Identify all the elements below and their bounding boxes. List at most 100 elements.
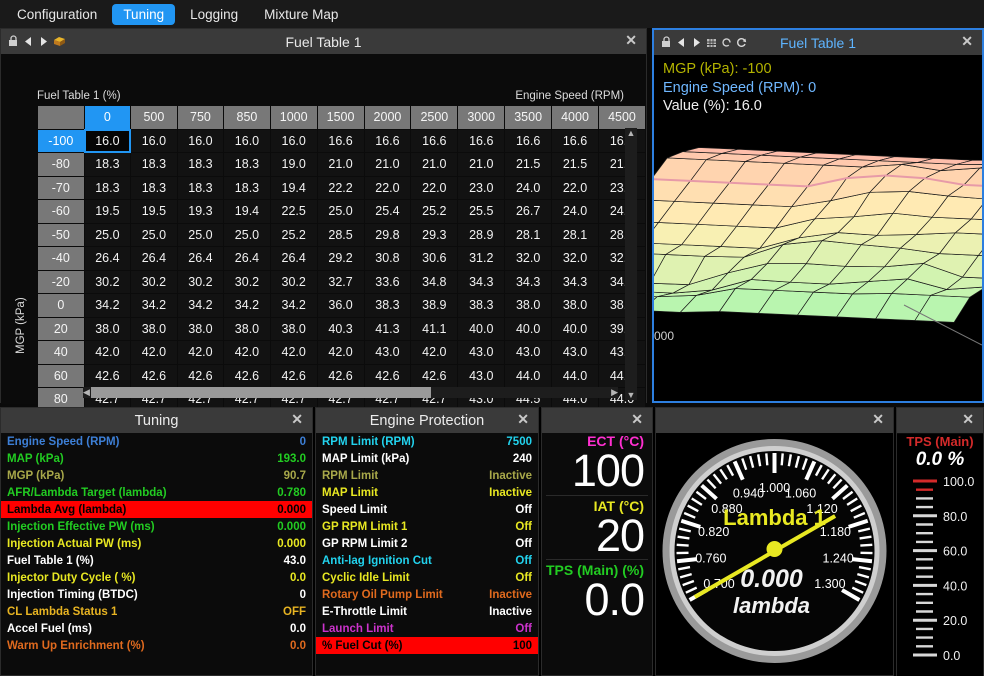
table-cell[interactable]: 30.2	[177, 270, 224, 294]
column-header-1000[interactable]: 1000	[270, 106, 317, 130]
channel-row[interactable]: MGP (kPa)90.7	[1, 467, 312, 484]
table-cell[interactable]: 43.0	[505, 341, 552, 365]
table-cell[interactable]: 25.2	[270, 223, 317, 247]
table-cell[interactable]: 38.0	[552, 294, 599, 318]
table-cell[interactable]: 38.0	[270, 317, 317, 341]
table-cell[interactable]: 16.6	[598, 129, 645, 153]
table-cell[interactable]: 26.4	[270, 247, 317, 271]
fuel-table-close-button[interactable]: ✕	[625, 33, 637, 47]
table-cell[interactable]: 42.6	[177, 364, 224, 388]
row-header--70[interactable]: -70	[38, 176, 85, 200]
table-cell[interactable]: 16.6	[505, 129, 552, 153]
table-cell[interactable]: 30.2	[270, 270, 317, 294]
table-cell[interactable]: 43.0	[364, 341, 411, 365]
channel-row[interactable]: Anti-lag Ignition CutOff	[316, 552, 538, 569]
table-cell[interactable]: 19.5	[84, 200, 131, 224]
table-cell[interactable]: 42.0	[224, 341, 271, 365]
table-cell[interactable]: 18.3	[177, 153, 224, 177]
table-cell[interactable]: 30.8	[364, 247, 411, 271]
table-cell[interactable]: 21.5	[505, 153, 552, 177]
table-cell[interactable]: 36.0	[317, 294, 364, 318]
table-cell[interactable]: 18.3	[84, 176, 131, 200]
table-cell[interactable]: 43.0	[458, 364, 505, 388]
table-cell[interactable]: 26.4	[177, 247, 224, 271]
table-cell[interactable]: 25.0	[224, 223, 271, 247]
table-cell[interactable]: 25.2	[411, 200, 458, 224]
table-cell[interactable]: 34.3	[552, 270, 599, 294]
table-cell[interactable]: 23.0	[598, 176, 645, 200]
table-cell[interactable]: 34.2	[131, 294, 178, 318]
table-cell[interactable]: 30.6	[411, 247, 458, 271]
row-header-20[interactable]: 20	[38, 317, 85, 341]
channel-row[interactable]: Injection Timing (BTDC)0	[1, 586, 312, 603]
table-cell[interactable]: 16.6	[458, 129, 505, 153]
table-cell[interactable]: 24.0	[552, 200, 599, 224]
table-cell[interactable]: 42.0	[177, 341, 224, 365]
column-header-1500[interactable]: 1500	[317, 106, 364, 130]
table-cell[interactable]: 38.0	[177, 317, 224, 341]
table-cell[interactable]: 19.5	[131, 200, 178, 224]
table-cell[interactable]: 22.2	[317, 176, 364, 200]
channel-row[interactable]: Engine Speed (RPM)0	[1, 433, 312, 450]
channel-row[interactable]: CL Lambda Status 1OFF	[1, 603, 312, 620]
scroll-right-icon[interactable]: ▶	[611, 387, 618, 398]
table-cell[interactable]: 16.0	[224, 129, 271, 153]
table-cell[interactable]: 18.3	[224, 176, 271, 200]
table-cell[interactable]: 16.6	[552, 129, 599, 153]
channel-row[interactable]: MAP (kPa)193.0	[1, 450, 312, 467]
channel-row[interactable]: Launch LimitOff	[316, 620, 538, 637]
table-cell[interactable]: 21.0	[317, 153, 364, 177]
table-cell[interactable]: 21.0	[458, 153, 505, 177]
table-cell[interactable]: 38.0	[598, 294, 645, 318]
bar-panel-close-button[interactable]: ✕	[962, 412, 974, 426]
table-cell[interactable]: 42.6	[224, 364, 271, 388]
table-cell[interactable]: 23.0	[458, 176, 505, 200]
table-cell[interactable]: 40.0	[505, 317, 552, 341]
channel-row[interactable]: GP RPM Limit 2Off	[316, 535, 538, 552]
table-cell[interactable]: 41.3	[364, 317, 411, 341]
row-header--20[interactable]: -20	[38, 270, 85, 294]
table-cell[interactable]: 25.0	[84, 223, 131, 247]
fuel-table-grid[interactable]: 0500750850100015002000250030003500400045…	[37, 105, 646, 412]
channel-row[interactable]: Speed LimitOff	[316, 501, 538, 518]
channel-row[interactable]: Injection Actual PW (ms)0.000	[1, 535, 312, 552]
table-cell[interactable]: 30.2	[224, 270, 271, 294]
table-cell[interactable]: 22.0	[411, 176, 458, 200]
scroll-down-icon[interactable]: ▼	[625, 390, 637, 400]
table-cell[interactable]: 40.0	[552, 317, 599, 341]
table-cell[interactable]: 39.1	[598, 317, 645, 341]
table-cell[interactable]: 18.3	[84, 153, 131, 177]
table-cell[interactable]: 24.0	[505, 176, 552, 200]
row-header-60[interactable]: 60	[38, 364, 85, 388]
table-cell[interactable]: 16.6	[364, 129, 411, 153]
column-header-850[interactable]: 850	[224, 106, 271, 130]
table-cell[interactable]: 25.0	[317, 200, 364, 224]
gauge-panel-close-button[interactable]: ✕	[872, 412, 884, 426]
column-header-3000[interactable]: 3000	[458, 106, 505, 130]
table-cell[interactable]: 26.7	[505, 200, 552, 224]
table-cell[interactable]: 42.6	[364, 364, 411, 388]
numeric-panel-close-button[interactable]: ✕	[631, 412, 643, 426]
table-cell[interactable]: 21.5	[598, 153, 645, 177]
channel-row[interactable]: MAP Limit (kPa)240	[316, 450, 538, 467]
table-cell[interactable]: 33.6	[364, 270, 411, 294]
channel-row[interactable]: Cyclic Idle LimitOff	[316, 569, 538, 586]
table-cell[interactable]: 43.0	[552, 341, 599, 365]
table-cell[interactable]: 31.2	[458, 247, 505, 271]
table-cell[interactable]: 32.0	[598, 247, 645, 271]
table-cell[interactable]: 44.0	[552, 364, 599, 388]
channel-row[interactable]: E-Throttle LimitInactive	[316, 603, 538, 620]
table-cell[interactable]: 26.4	[84, 247, 131, 271]
plot-3d-canvas[interactable]: MGP (kPa): -100 Engine Speed (RPM): 0 Va…	[654, 55, 982, 401]
fuel-table-toolbar[interactable]	[1, 35, 65, 48]
channel-row[interactable]: Warm Up Enrichment (%)0.0	[1, 637, 312, 654]
table-cell[interactable]: 30.2	[131, 270, 178, 294]
table-cell[interactable]: 19.4	[224, 200, 271, 224]
table-cell[interactable]: 28.1	[552, 223, 599, 247]
channel-row[interactable]: RPM LimitInactive	[316, 467, 538, 484]
grid-icon[interactable]	[705, 36, 718, 49]
table-cell[interactable]: 16.0	[270, 129, 317, 153]
refresh-icon[interactable]	[735, 36, 748, 49]
table-cell[interactable]: 40.3	[317, 317, 364, 341]
table-cell[interactable]: 40.0	[458, 317, 505, 341]
